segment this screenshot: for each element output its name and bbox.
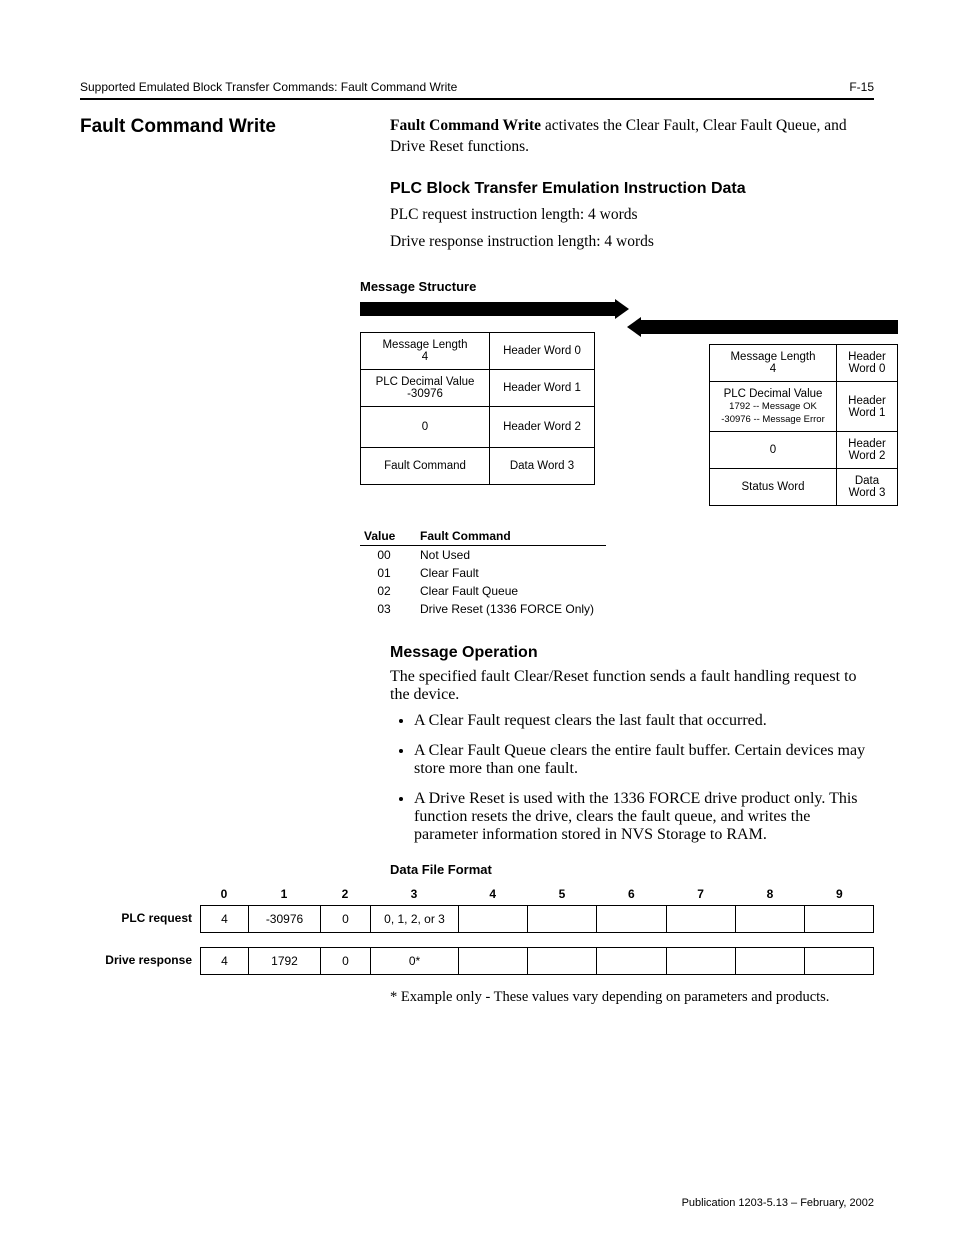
cell: PLC Decimal Value-30976 — [361, 370, 490, 407]
cell: PLC Decimal Value 1792 -- Message OK -30… — [710, 382, 837, 432]
sidebar-title: Fault Command Write — [80, 116, 360, 138]
cell: Status Word — [710, 469, 837, 506]
cell: Message Length4 — [361, 333, 490, 370]
table-cell — [528, 948, 597, 974]
msg-struct-heading: Message Structure — [360, 279, 874, 294]
cell: Header Word 0 — [490, 333, 595, 370]
message-structure-diagram: Message Length4 Header Word 0 PLC Decima… — [360, 302, 898, 517]
list-item: A Clear Fault Queue clears the entire fa… — [414, 742, 874, 778]
cell: Data Word 3 — [837, 469, 898, 506]
table-cell: 00 — [360, 546, 416, 565]
arrow-right-icon — [615, 299, 629, 319]
response-table: Message Length4 Header Word 0 PLC Decima… — [709, 344, 898, 506]
table-cell: 01 — [360, 564, 416, 582]
plc-heading: PLC Block Transfer Emulation Instruction… — [390, 178, 874, 200]
table-cell — [736, 948, 805, 974]
dff-heading: Data File Format — [390, 862, 874, 877]
list-item: A Drive Reset is used with the 1336 FORC… — [414, 790, 874, 844]
table-cell — [459, 906, 528, 932]
col-num: 9 — [805, 887, 874, 905]
col-num: 7 — [666, 887, 735, 905]
intro-paragraph: Fault Command Write activates the Clear … — [390, 116, 874, 158]
table-cell: 0, 1, 2, or 3 — [371, 906, 459, 932]
cell: Header Word 0 — [837, 345, 898, 382]
table-cell: 0 — [321, 948, 371, 974]
table-cell — [805, 948, 873, 974]
msg-op-heading: Message Operation — [390, 644, 874, 662]
list-item: A Clear Fault request clears the last fa… — [414, 712, 874, 730]
cell: 0 — [710, 432, 837, 469]
col-num: 4 — [458, 887, 527, 905]
col-num: 5 — [527, 887, 596, 905]
msg-op-paragraph: The specified fault Clear/Reset function… — [390, 668, 874, 704]
arrow-bar-right — [360, 302, 615, 316]
cell: Header Word 2 — [837, 432, 898, 469]
cell: Message Length4 — [710, 345, 837, 382]
plc-request-label: PLC request — [80, 905, 200, 933]
table-cell: -30976 — [249, 906, 321, 932]
table-cell: Not Used — [416, 546, 606, 565]
table-cell — [667, 948, 736, 974]
plc-resp-line: Drive response instruction length: 4 wor… — [390, 232, 874, 253]
table-cell — [597, 948, 666, 974]
table-cell — [736, 906, 805, 932]
page-number: F-15 — [849, 80, 874, 94]
table-cell — [805, 906, 873, 932]
cell: Fault Command — [361, 448, 490, 485]
table-cell — [667, 906, 736, 932]
table-cell: 03 — [360, 600, 416, 618]
table-cell — [528, 906, 597, 932]
footnote: * Example only - These values vary depen… — [390, 989, 874, 1006]
table-cell — [459, 948, 528, 974]
arrow-left-icon — [627, 317, 641, 337]
col-num: 2 — [320, 887, 370, 905]
vf-header-cmd: Fault Command — [416, 527, 606, 546]
table-cell: 1792 — [249, 948, 321, 974]
data-file-format: 0 1 2 3 4 5 6 7 8 9 PLC request 4 -30976… — [80, 887, 874, 975]
arrow-bar-left — [641, 320, 898, 334]
table-cell: Clear Fault — [416, 564, 606, 582]
breadcrumb: Supported Emulated Block Transfer Comman… — [80, 80, 457, 94]
col-num: 6 — [597, 887, 666, 905]
cell: 0 — [361, 407, 490, 448]
table-cell: Clear Fault Queue — [416, 582, 606, 600]
bullet-list: A Clear Fault request clears the last fa… — [390, 712, 874, 844]
cell: Header Word 2 — [490, 407, 595, 448]
header-rule — [80, 98, 874, 100]
publication-info: Publication 1203-5.13 – February, 2002 — [682, 1197, 874, 1209]
request-table: Message Length4 Header Word 0 PLC Decima… — [360, 332, 595, 485]
table-cell — [597, 906, 666, 932]
cell: Data Word 3 — [490, 448, 595, 485]
drive-response-label: Drive response — [80, 947, 200, 975]
intro-lead: Fault Command Write — [390, 117, 541, 134]
table-cell: 02 — [360, 582, 416, 600]
drive-response-row: 4 1792 0 0* — [200, 947, 874, 975]
cell: Header Word 1 — [837, 382, 898, 432]
plc-req-line: PLC request instruction length: 4 words — [390, 205, 874, 226]
col-num: 1 — [248, 887, 320, 905]
table-cell: 4 — [201, 906, 249, 932]
table-cell: 4 — [201, 948, 249, 974]
table-cell: 0 — [321, 906, 371, 932]
table-cell: Drive Reset (1336 FORCE Only) — [416, 600, 606, 618]
fault-command-table: Value Fault Command 00Not Used 01Clear F… — [360, 527, 606, 618]
col-num: 3 — [370, 887, 458, 905]
col-num: 8 — [735, 887, 804, 905]
plc-request-row: 4 -30976 0 0, 1, 2, or 3 — [200, 905, 874, 933]
cell: Header Word 1 — [490, 370, 595, 407]
table-cell: 0* — [371, 948, 459, 974]
vf-header-value: Value — [360, 527, 416, 546]
col-num: 0 — [200, 887, 248, 905]
